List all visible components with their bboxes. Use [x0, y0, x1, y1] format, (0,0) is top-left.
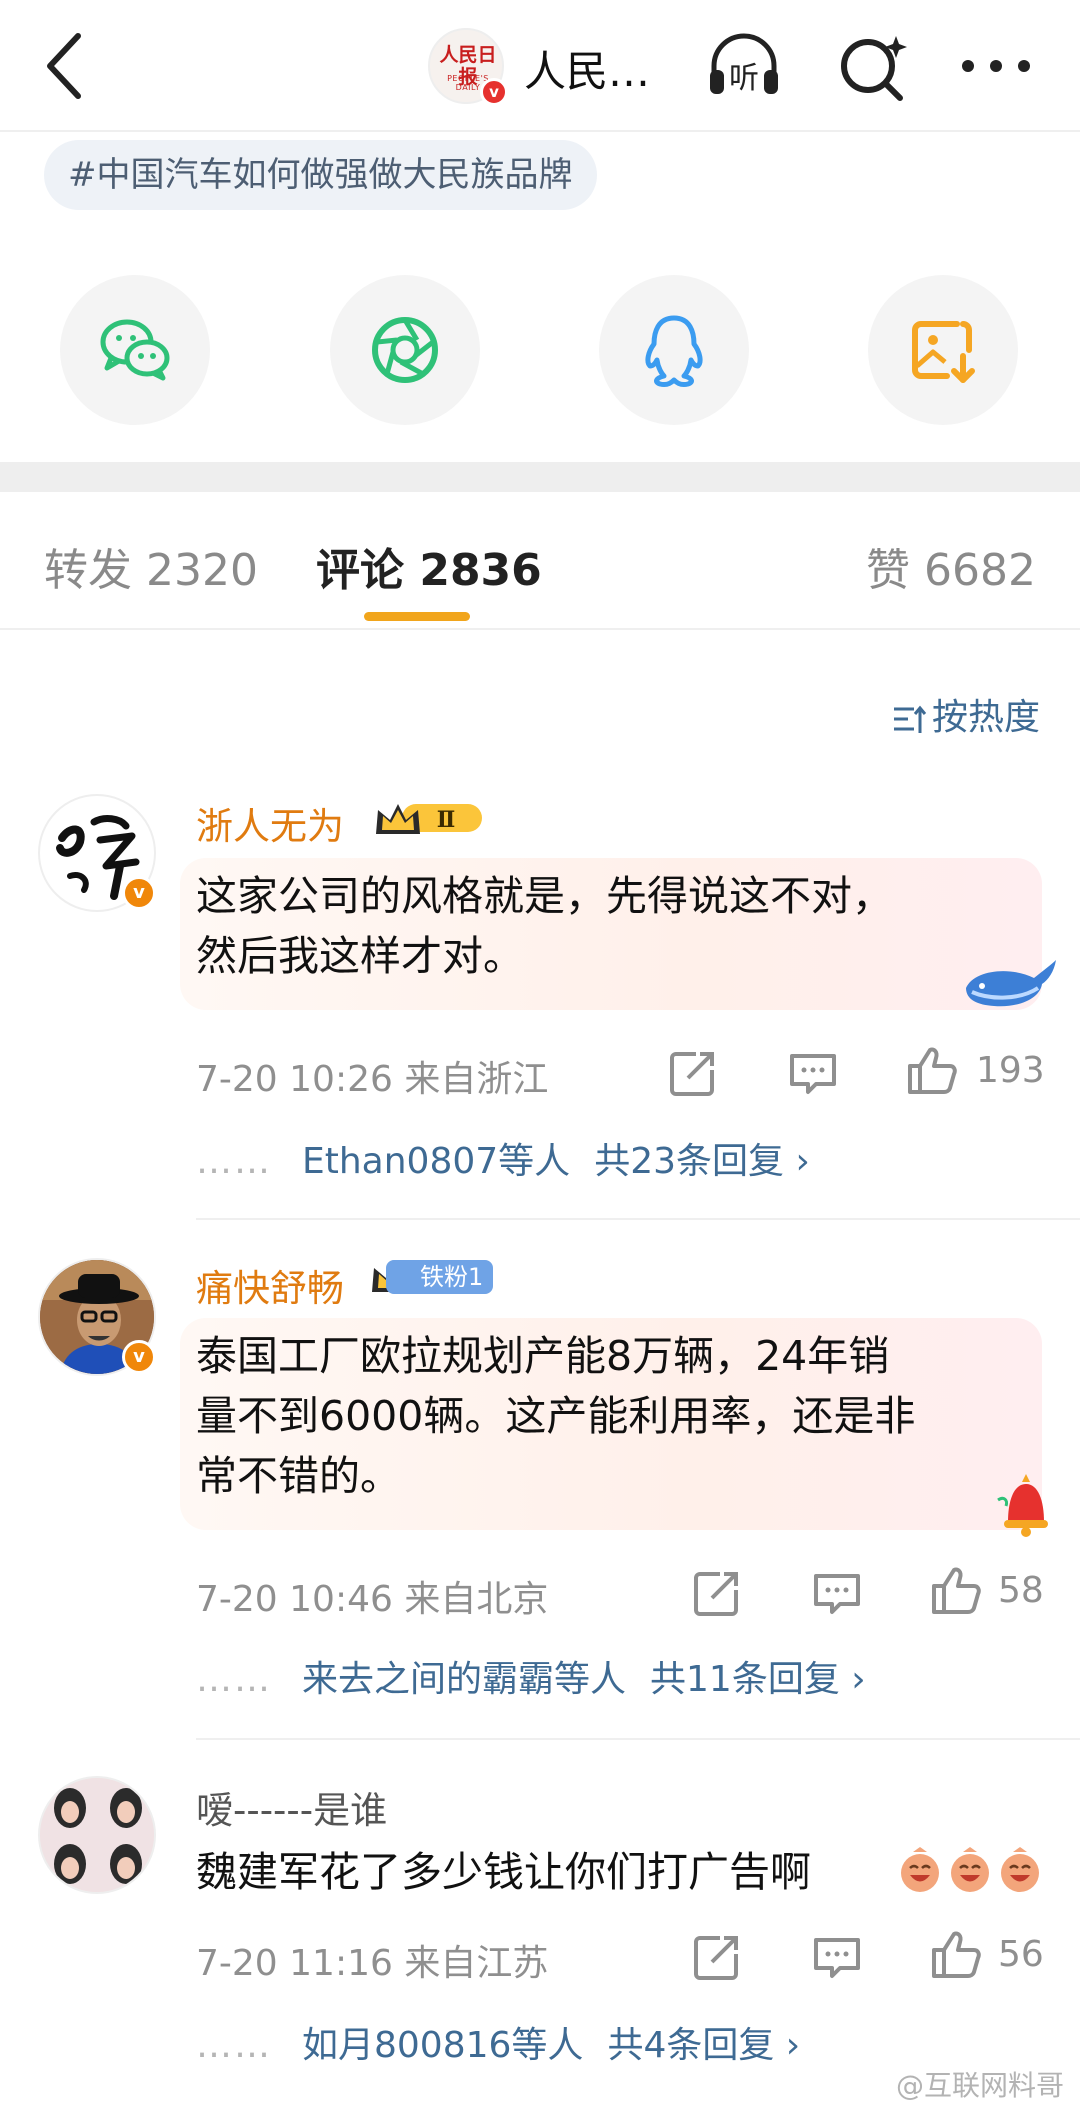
comment-line: 常不错的。: [196, 1452, 401, 1500]
tab-reposts-label: 转发: [44, 545, 132, 596]
sort-label: 按热度: [931, 697, 1040, 738]
comment-line: 泰国工厂欧拉规划产能8万辆，24年销: [196, 1332, 890, 1380]
tab-likes-label: 赞: [866, 545, 911, 596]
comment-line: 这家公司的风格就是，先得说这不对，: [196, 872, 893, 920]
level-badge-text: Ⅱ: [437, 807, 456, 833]
reply-total: 共23条回复 ›: [594, 1141, 810, 1182]
whale-decoration-icon: [966, 960, 1056, 1007]
wechat-icon: [100, 319, 170, 381]
like-count: 56: [998, 1934, 1044, 1975]
username[interactable]: 痛快舒畅: [196, 1258, 344, 1312]
reply-summary-link[interactable]: …… 来去之间的霸霸等人 共11条回复 ›: [196, 1650, 866, 1702]
interaction-tabs: 转发 2320 评论 2836 赞 6682: [0, 492, 1080, 630]
reply-users: 来去之间的霸霸等人: [302, 1659, 627, 1700]
repost-icon[interactable]: [666, 1046, 720, 1100]
section-separator: [0, 462, 1080, 492]
like-count: 58: [998, 1570, 1044, 1611]
tab-comments-count: 2836: [419, 545, 542, 596]
more-options-icon[interactable]: [956, 30, 1036, 102]
share-moments-button[interactable]: [330, 275, 480, 425]
verified-icon: v: [122, 876, 156, 910]
fan-badge: 铁粉1: [386, 1260, 494, 1294]
comment-meta: 7-20 10:46 来自北京: [196, 1570, 548, 1622]
repost-icon[interactable]: [690, 1930, 744, 1984]
username[interactable]: 嗳------是谁: [196, 1780, 387, 1834]
avatar[interactable]: v: [38, 794, 156, 912]
like-thumb-icon[interactable]: [928, 1928, 982, 1982]
watermark: @互联网料哥: [895, 2069, 1064, 2102]
top-bar: 人民日报 PEOPLE'S DAILY v 人民… 听: [0, 0, 1080, 132]
save-image-button[interactable]: [868, 275, 1018, 425]
qq-icon: [645, 315, 703, 387]
comment-meta: 7-20 10:26 来自浙江: [196, 1050, 548, 1102]
reply-total: 共4条回复 ›: [607, 2025, 801, 2066]
like-thumb-icon[interactable]: [904, 1044, 958, 1098]
reply-summary-link[interactable]: …… 如月800816等人 共4条回复 ›: [196, 2016, 800, 2068]
active-tab-indicator: [364, 612, 470, 621]
like-thumb-icon[interactable]: [928, 1564, 982, 1618]
listen-label: 听: [729, 61, 759, 96]
comment-line: 魏建军花了多少钱让你们打广告啊: [196, 1848, 811, 1896]
comment-location: 来自浙江: [404, 1059, 549, 1100]
photo-collage-avatar-image: [40, 1778, 154, 1892]
repost-icon[interactable]: [690, 1566, 744, 1620]
bell-decoration-icon: [997, 1474, 1048, 1537]
comment-text[interactable]: 魏建军花了多少钱让你们打广告啊: [196, 1842, 916, 1902]
laughing-emoji-icon: [901, 1847, 1039, 1892]
reply-dots: ……: [196, 1659, 272, 1700]
share-qq-button[interactable]: [599, 275, 749, 425]
tab-reposts[interactable]: 转发 2320: [44, 534, 258, 598]
account-avatar[interactable]: 人民日报 PEOPLE'S DAILY v: [428, 28, 508, 106]
reply-comment-icon[interactable]: [810, 1566, 864, 1620]
share-wechat-button[interactable]: [60, 275, 210, 425]
tab-comments-label: 评论: [316, 545, 404, 596]
like-count: 193: [976, 1050, 1045, 1091]
comment-line: 量不到6000辆。这产能利用率，还是非: [196, 1392, 916, 1440]
account-name[interactable]: 人民…: [524, 38, 650, 99]
reply-users: Ethan0807等人: [302, 1141, 571, 1182]
topic-hashtag[interactable]: #中国汽车如何做强做大民族品牌: [44, 140, 597, 210]
reply-dots: ……: [196, 2025, 272, 2066]
comment-divider: [196, 1218, 1080, 1220]
reply-comment-icon[interactable]: [810, 1930, 864, 1984]
comment-line: 然后我这样才对。: [196, 932, 524, 980]
search-sparkle-icon[interactable]: [834, 30, 914, 102]
comment-text[interactable]: 泰国工厂欧拉规划产能8万辆，24年销 量不到6000辆。这产能利用率，还是非 常…: [196, 1326, 1036, 1506]
comment-divider: [196, 1738, 1080, 1740]
comment-meta: 7-20 11:16 来自江苏: [196, 1934, 548, 1986]
sort-by-hot-button[interactable]: 按热度: [892, 688, 1040, 740]
verified-icon: v: [480, 78, 508, 106]
reply-summary-link[interactable]: …… Ethan0807等人 共23条回复 ›: [196, 1132, 810, 1184]
tab-likes[interactable]: 赞 6682: [866, 534, 1036, 598]
tab-comments[interactable]: 评论 2836: [316, 534, 542, 598]
comment-time: 7-20 11:16: [196, 1943, 393, 1984]
back-arrow-icon[interactable]: [36, 26, 96, 106]
save-image-icon: [912, 321, 975, 383]
comment-location: 来自北京: [404, 1579, 549, 1620]
comment-text[interactable]: 这家公司的风格就是，先得说这不对， 然后我这样才对。: [196, 866, 1036, 986]
comment-location: 来自江苏: [404, 1943, 549, 1984]
tab-reposts-count: 2320: [146, 545, 258, 596]
comment-time: 7-20 10:46: [196, 1579, 393, 1620]
reply-comment-icon[interactable]: [786, 1046, 840, 1100]
moments-icon: [372, 317, 438, 383]
tab-likes-count: 6682: [924, 545, 1036, 596]
avatar[interactable]: v: [38, 1258, 156, 1376]
sort-icon: [893, 705, 927, 733]
reply-dots: ……: [196, 1141, 272, 1182]
reply-total: 共11条回复 ›: [650, 1659, 866, 1700]
reply-users: 如月800816等人: [302, 2025, 584, 2066]
vip-crown-badge-icon: Ⅱ: [376, 804, 482, 834]
verified-icon: v: [122, 1340, 156, 1374]
listen-headphones-icon[interactable]: 听: [704, 30, 784, 102]
username[interactable]: 浙人无为: [196, 796, 344, 850]
comment-time: 7-20 10:26: [196, 1059, 393, 1100]
avatar[interactable]: [38, 1776, 156, 1894]
